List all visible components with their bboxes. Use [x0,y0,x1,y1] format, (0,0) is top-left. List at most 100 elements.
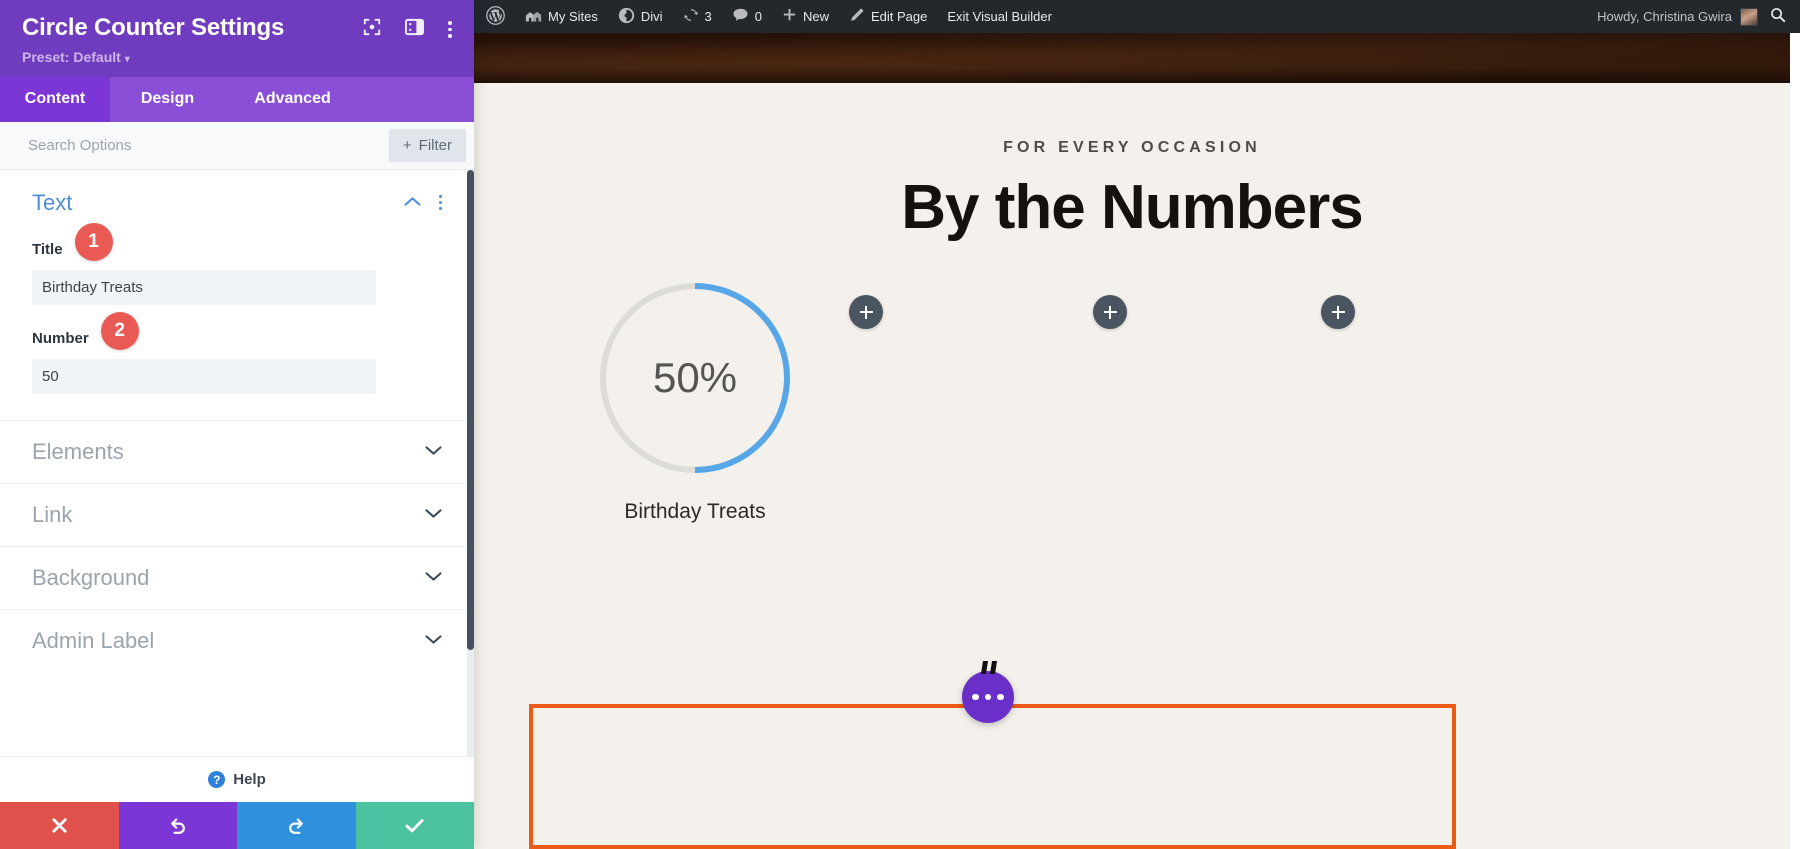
option-group-admin-label[interactable]: Admin Label [0,608,474,672]
admin-bar-exit-visual-builder[interactable]: Exit Visual Builder [937,0,1062,33]
tab-content[interactable]: Content [0,76,110,122]
admin-bar-label: 3 [704,9,712,24]
admin-bar-search-button[interactable] [1758,7,1800,26]
circle-counter-title: Birthday Treats [624,500,766,523]
admin-bar-label: Exit Visual Builder [947,9,1052,24]
settings-panel-header: Circle Counter Settings Preset: Default … [0,0,474,77]
hero-image-strip [474,33,1790,83]
settings-panel-header-actions [363,14,452,41]
field-label-number: Number [32,330,89,348]
check-icon [404,816,425,835]
dot [997,693,1004,701]
undo-icon [168,816,188,836]
step-badge-1: 1 [74,222,113,261]
divi-icon [618,7,635,27]
eyebrow-text: FOR EVERY OCCASION [1003,139,1261,156]
admin-bar-account[interactable]: Howdy, Christina Gwira [1597,0,1758,33]
circle-counter-percent: 50% [652,354,738,401]
circle-counter-graphic: 50% [597,280,793,476]
help-label: Help [233,771,266,788]
layout-toggle-icon[interactable] [405,18,425,41]
filter-button[interactable]: + Filter [388,128,466,162]
redo-button[interactable] [237,802,356,849]
settings-options-list: Text Title 1 Number 2 [0,169,474,756]
howdy-label: Howdy, Christina Gwira [1597,9,1732,24]
step-badge-2: 2 [100,311,139,350]
admin-bar-my-sites[interactable]: My Sites [515,0,608,33]
chevron-down-icon [425,443,442,461]
settings-panel-title: Circle Counter Settings [22,14,285,41]
pencil-icon [849,7,865,26]
fullscreen-icon[interactable] [363,18,381,41]
add-module-button-4[interactable] [1321,295,1355,329]
option-group-title-admin-label: Admin Label [32,627,155,653]
page-canvas: FOR EVERY OCCASION By the Numbers 50% Bi… [474,33,1800,849]
tab-advanced[interactable]: Advanced [225,77,360,122]
admin-bar-label: Edit Page [871,9,928,24]
add-module-button-3[interactable] [1093,295,1127,329]
option-group-elements[interactable]: Elements [0,419,474,483]
more-options-icon[interactable] [448,21,452,38]
row-settings-button[interactable] [962,671,1014,723]
admin-bar-label: New [802,9,829,24]
field-label-title: Title [32,241,63,259]
search-input[interactable] [28,136,389,154]
field-row-title: Title 1 [32,222,442,262]
sites-icon [525,8,542,26]
preset-label: Preset: Default [22,48,121,65]
redo-icon [286,816,306,836]
search-icon [1770,7,1786,26]
admin-bar-wp-logo[interactable] [474,0,515,33]
wp-admin-bar: My Sites Divi 3 0 New Edit Page Exit Vis… [474,0,1800,33]
admin-bar-divi[interactable]: Divi [608,0,673,33]
tab-design[interactable]: Design [110,77,225,122]
chevron-down-icon [425,506,442,524]
option-group-text: Text Title 1 Number 2 [0,170,474,420]
option-group-title-text[interactable]: Text [32,190,404,216]
help-icon: ? [208,771,226,788]
avatar [1740,7,1758,26]
chevron-down-icon [425,632,442,650]
group-more-options-icon[interactable] [438,194,442,211]
option-group-link[interactable]: Link [0,482,474,546]
option-group-title-background: Background [32,564,150,590]
search-options-row: + Filter [0,121,474,170]
dot [972,693,979,701]
admin-bar-edit-page[interactable]: Edit Page [839,0,937,33]
module-settings-panel: Circle Counter Settings Preset: Default … [0,0,474,849]
row-outline[interactable] [529,704,1456,849]
chevron-down-icon: ▾ [124,53,130,65]
admin-bar-label: Divi [640,9,663,24]
settings-tab-bar: Content Design Advanced [0,76,474,122]
admin-bar-comments[interactable]: 0 [722,0,772,33]
comment-icon [732,7,749,26]
admin-bar-label: My Sites [548,9,598,24]
option-group-title-link: Link [32,501,73,527]
updates-icon [683,7,699,26]
row-handle-marks [980,661,998,674]
help-link[interactable]: ? Help [0,756,474,802]
option-group-background[interactable]: Background [0,545,474,609]
dot [984,693,992,701]
preset-selector[interactable]: Preset: Default ▾ [22,49,452,65]
admin-bar-label: 0 [754,9,762,24]
admin-bar-new[interactable]: New [772,0,839,33]
save-button[interactable] [355,802,474,849]
admin-bar-updates[interactable]: 3 [673,0,722,33]
settings-scrollbar-thumb[interactable] [467,169,474,650]
number-input[interactable] [32,358,376,394]
undo-button[interactable] [118,802,237,849]
add-module-button-2[interactable] [849,295,883,329]
settings-action-bar [0,802,474,849]
filter-button-label: Filter [418,136,452,154]
field-row-number: Number 2 [32,311,442,351]
settings-scrollbar-track[interactable] [467,169,474,756]
cancel-button[interactable] [0,802,119,849]
canvas-right-gutter [1790,33,1800,849]
circle-counter-module[interactable]: 50% Birthday Treats [530,280,860,524]
chevron-up-icon[interactable] [403,194,421,212]
plus-icon: + [402,136,412,154]
title-input[interactable] [32,269,376,305]
option-group-title-elements: Elements [32,438,124,464]
chevron-down-icon [425,569,442,587]
